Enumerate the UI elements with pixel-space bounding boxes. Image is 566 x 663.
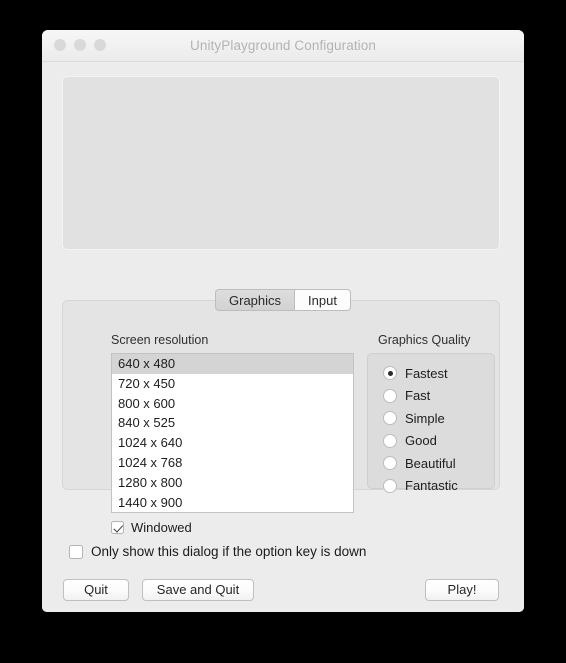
quality-option-fantastic[interactable]: Fantastic (368, 475, 494, 498)
radio-button[interactable] (383, 478, 397, 493)
option-key-label: Only show this dialog if the option key … (91, 544, 367, 559)
list-item[interactable]: 1280 x 800 (112, 473, 353, 493)
windowed-checkbox[interactable] (111, 521, 124, 534)
tab-bar: Graphics Input (42, 289, 524, 311)
option-key-checkbox[interactable] (69, 544, 83, 559)
quality-option-simple[interactable]: Simple (368, 407, 494, 430)
list-item[interactable]: 720 x 450 (112, 374, 353, 394)
window-titlebar[interactable]: UnityPlayground Configuration (42, 30, 524, 62)
radio-button[interactable] (383, 411, 397, 426)
quality-label-fantastic: Fantastic (405, 478, 458, 494)
list-item[interactable]: 1024 x 640 (112, 433, 353, 453)
splash-image-area (62, 76, 500, 250)
window-body: Graphics Input Screen resolution 640 x 4… (42, 62, 524, 612)
save-and-quit-button[interactable]: Save and Quit (142, 579, 254, 601)
quality-label-fastest: Fastest (405, 365, 448, 381)
quit-button[interactable]: Quit (63, 579, 129, 601)
window-title: UnityPlayground Configuration (189, 38, 376, 53)
quality-option-beautiful[interactable]: Beautiful (368, 452, 494, 475)
quality-label-fast: Fast (405, 388, 431, 404)
screen-resolution-list[interactable]: 640 x 480 720 x 450 800 x 600 840 x 525 … (111, 353, 354, 513)
screen-resolution-label: Screen resolution (111, 333, 209, 347)
list-item[interactable]: 840 x 525 (112, 413, 353, 433)
list-item[interactable]: 1024 x 768 (112, 453, 353, 473)
quality-label-good: Good (405, 433, 437, 449)
quality-option-fast[interactable]: Fast (368, 385, 494, 408)
desktop-background: UnityPlayground Configuration Graphics I… (0, 0, 566, 663)
quality-option-good[interactable]: Good (368, 430, 494, 453)
quality-label-simple: Simple (405, 410, 445, 426)
radio-button[interactable] (383, 433, 397, 448)
graphics-quality-label: Graphics Quality (378, 333, 471, 347)
list-item[interactable]: 1440 x 900 (112, 493, 353, 512)
tab-content-panel: Screen resolution 640 x 480 720 x 450 80… (62, 300, 500, 535)
radio-button[interactable] (383, 366, 397, 381)
list-item[interactable]: 800 x 600 (112, 394, 353, 414)
graphics-quality-group: Fastest Fast Simple Good Beautiful Fanta… (367, 353, 495, 493)
quality-label-beautiful: Beautiful (405, 455, 456, 471)
windowed-label: Windowed (131, 520, 192, 535)
radio-button[interactable] (383, 456, 397, 471)
list-item[interactable]: 640 x 480 (112, 354, 353, 374)
configuration-window: UnityPlayground Configuration Graphics I… (42, 30, 524, 612)
tab-graphics[interactable]: Graphics (215, 289, 295, 311)
radio-button[interactable] (383, 388, 397, 403)
option-key-checkbox-row[interactable]: Only show this dialog if the option key … (69, 544, 366, 559)
tab-input[interactable]: Input (294, 289, 351, 311)
windowed-checkbox-row[interactable]: Windowed (111, 520, 192, 535)
quality-option-fastest[interactable]: Fastest (368, 362, 494, 385)
play-button[interactable]: Play! (425, 579, 499, 601)
